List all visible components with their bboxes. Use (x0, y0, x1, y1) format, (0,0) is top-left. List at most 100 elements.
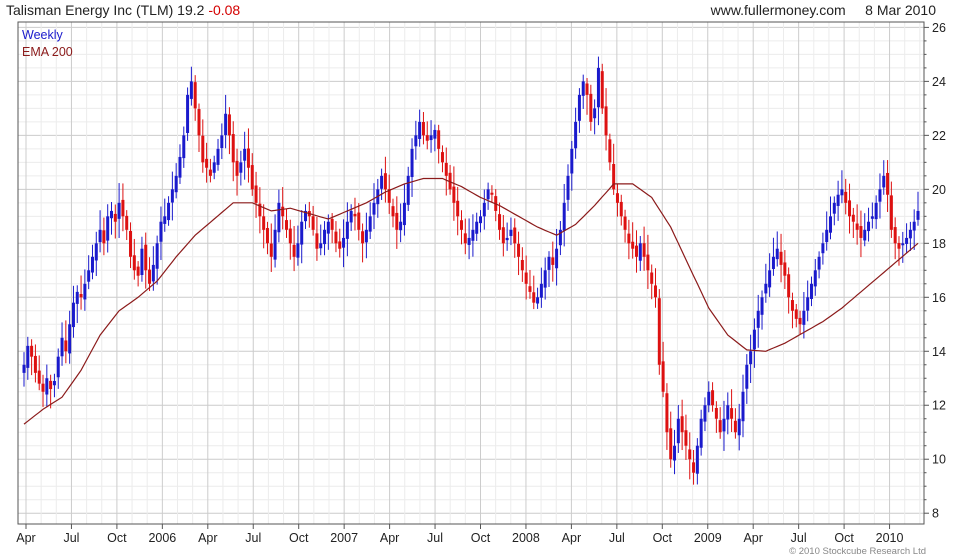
weekly-bar (566, 164, 570, 211)
weekly-bar (197, 103, 201, 152)
weekly-bar (505, 222, 509, 251)
weekly-bar (387, 174, 391, 214)
y-tick-label: 22 (932, 129, 946, 143)
weekly-bar (425, 121, 429, 150)
x-tick-label: 2006 (148, 531, 176, 545)
x-tick-label: Apr (16, 531, 35, 545)
weekly-bar (870, 202, 874, 229)
weekly-bar (848, 183, 852, 234)
weekly-bar (714, 401, 718, 433)
weekly-bar (673, 429, 677, 475)
weekly-bar (193, 75, 197, 121)
weekly-bar (745, 354, 749, 404)
weekly-bar (604, 88, 608, 151)
weekly-bar (627, 219, 631, 260)
weekly-bar (402, 184, 406, 236)
weekly-bar (334, 221, 338, 253)
weekly-bar (456, 186, 460, 236)
weekly-bar (756, 294, 760, 348)
x-tick-label: Jul (791, 531, 807, 545)
weekly-bar (650, 264, 654, 300)
weekly-bar (498, 202, 502, 240)
weekly-bar (178, 144, 182, 184)
weekly-bar (634, 230, 638, 273)
price-chart: 8 10 12 14 16 18 20 22 24 26 Apr Jul Oct 2006 Apr Jul O… (16, 21, 946, 557)
x-tick-label: 2009 (694, 531, 722, 545)
weekly-bar (463, 218, 467, 255)
weekly-bar (254, 171, 258, 218)
weekly-bar (121, 183, 125, 232)
weekly-bar (90, 244, 94, 280)
weekly-bar (517, 231, 521, 276)
weekly-bar (372, 183, 376, 230)
weekly-bar (467, 218, 471, 260)
x-tick-label: 2007 (330, 531, 358, 545)
weekly-bar (821, 232, 825, 265)
x-tick-label: Jul (609, 531, 625, 545)
weekly-bar (482, 189, 486, 230)
x-axis: Apr Jul Oct 2006 Apr Jul Oct 2007 Apr Jul Oct 2008 A… (16, 524, 903, 545)
legend-ema: EMA 200 (22, 45, 73, 59)
weekly-bar (125, 210, 129, 241)
weekly-bar (589, 84, 593, 131)
weekly-bar (292, 226, 296, 272)
weekly-bar (760, 290, 764, 330)
weekly-bar (836, 180, 840, 221)
x-tick-label: Jul (427, 531, 443, 545)
weekly-bar (368, 202, 372, 239)
weekly-bar (711, 382, 715, 412)
weekly-bar (585, 78, 589, 115)
y-tick-label: 24 (932, 75, 946, 89)
weekly-bar (52, 373, 56, 398)
weekly-bar (83, 269, 87, 311)
weekly-bar (132, 238, 136, 280)
weekly-bar (224, 94, 228, 149)
weekly-bar (56, 348, 60, 389)
weekly-bar (243, 131, 247, 180)
weekly-bar (399, 203, 403, 243)
weekly-bar (699, 409, 703, 456)
weekly-bar (64, 320, 68, 364)
weekly-bar (433, 124, 437, 152)
weekly-bar (520, 247, 524, 282)
weekly-bar (840, 170, 844, 204)
weekly-bar (558, 221, 562, 256)
y-tick-label: 14 (932, 345, 946, 359)
weekly-bar (551, 241, 555, 282)
weekly-bar (459, 210, 463, 245)
weekly-bar (916, 191, 920, 226)
weekly-bar (574, 107, 578, 159)
weekly-bar (555, 228, 559, 286)
weekly-bar (113, 204, 117, 239)
y-tick-label: 18 (932, 237, 946, 251)
weekly-bar (269, 223, 273, 272)
weekly-bar (684, 414, 688, 460)
weekly-bar (844, 178, 848, 215)
weekly-bar (642, 226, 646, 271)
weekly-bar (444, 147, 448, 196)
weekly-bar (825, 211, 829, 251)
x-tick-label: Apr (562, 531, 581, 545)
weekly-bar (277, 189, 281, 243)
legend-weekly: Weekly (22, 28, 64, 42)
x-tick-label: Jul (245, 531, 261, 545)
weekly-bar (657, 289, 661, 375)
weekly-bar (581, 74, 585, 109)
weekly-bar (851, 207, 855, 238)
weekly-bar (749, 334, 753, 384)
weekly-bar (79, 275, 83, 310)
weekly-bar (733, 408, 737, 439)
y-tick-label: 20 (932, 183, 946, 197)
weekly-bar (71, 285, 75, 338)
weekly-bar (395, 196, 399, 249)
weekly-bar (182, 126, 186, 168)
weekly-bar (908, 221, 912, 252)
weekly-bar (246, 128, 250, 183)
weekly-bar (406, 166, 410, 212)
weekly-bar (859, 210, 863, 258)
weekly-bar (593, 99, 597, 135)
weekly-bar (528, 270, 532, 299)
weekly-bar (912, 209, 916, 250)
weekly-bar (288, 219, 292, 260)
weekly-bar (536, 287, 540, 309)
